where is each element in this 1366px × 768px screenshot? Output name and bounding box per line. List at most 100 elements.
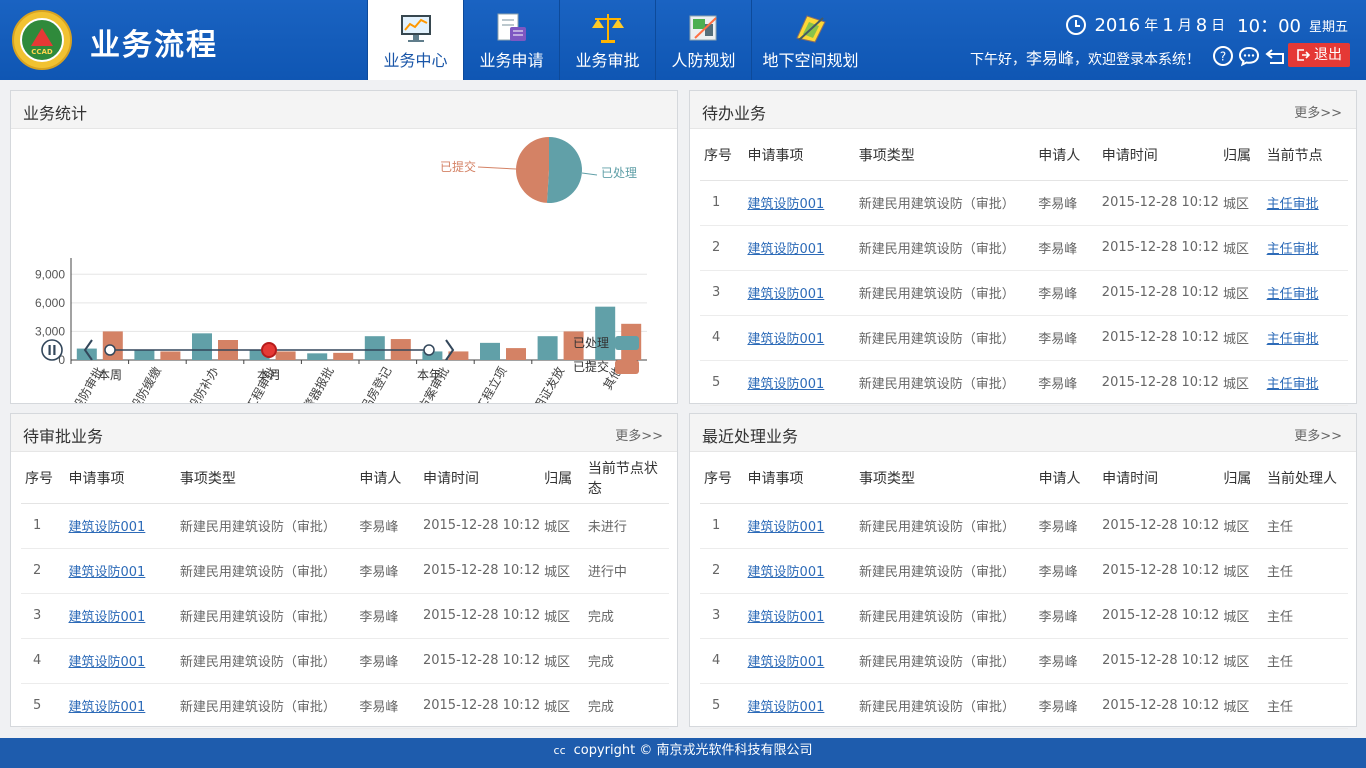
item-link[interactable]: 建筑设防001 (69, 520, 146, 535)
table-cell: 2015-12-28 10:12 (418, 503, 541, 549)
message-icon[interactable] (1238, 45, 1260, 67)
pie-leader-line (477, 166, 517, 170)
item-link[interactable]: 建筑设防001 (748, 520, 825, 535)
nav-label: 业务中心 (383, 51, 448, 70)
more-link[interactable]: 更多>> (1294, 425, 1342, 444)
help-icon[interactable]: ? (1212, 45, 1234, 67)
x-tick-label: 报警器报批 (294, 364, 337, 403)
table-cell: 城区 (1218, 360, 1263, 406)
item-link[interactable]: 建筑设防001 (69, 700, 146, 715)
column-header: 申请人 (1034, 131, 1098, 181)
table-cell: 建筑设防001 (64, 593, 176, 639)
bar-processed (537, 336, 558, 360)
x-tick-label: 商品房登记 (351, 364, 394, 403)
item-link[interactable]: 建筑设防001 (69, 565, 146, 580)
item-link[interactable]: 建筑设防001 (747, 197, 824, 212)
table-cell: 新建民用建筑设防（审批） (175, 683, 356, 729)
table-row: 4 建筑设防001 新建民用建筑设防（审批） 李易峰 2015-12-28 10:12 城… (21, 638, 669, 684)
more-link[interactable]: 更多>> (615, 425, 663, 444)
bar-processed (307, 353, 328, 360)
timeline-point[interactable] (261, 342, 277, 358)
item-link[interactable]: 建筑设防001 (748, 565, 825, 580)
table-cell: 新建民用建筑设防（审批） (854, 270, 1035, 316)
svg-text:?: ? (1220, 50, 1226, 64)
node-link[interactable]: 主任审批 (1267, 377, 1319, 392)
pause-button[interactable] (41, 339, 63, 361)
table-cell: 城区 (1218, 225, 1263, 271)
table-cell: 2015-12-28 10:12 (1098, 683, 1220, 729)
column-header: 事项类型 (175, 454, 356, 504)
bar-processed (364, 336, 385, 360)
item-link[interactable]: 建筑设防001 (747, 287, 824, 302)
table-cell: 1 (700, 503, 744, 549)
pause-icon (48, 345, 51, 355)
table-cell: 李易峰 (1034, 270, 1098, 316)
more-link[interactable]: 更多>> (1294, 102, 1342, 121)
pie-label: 已提交 (440, 159, 476, 174)
logout-button[interactable]: 退出 (1288, 43, 1350, 67)
legend-label: 已处理 (573, 336, 609, 350)
column-header: 归属 (1218, 131, 1263, 181)
table-cell: 李易峰 (1034, 638, 1099, 684)
item-link[interactable]: 建筑设防001 (747, 242, 824, 257)
username: 李易峰 (1025, 49, 1074, 68)
node-link[interactable]: 主任审批 (1267, 332, 1319, 347)
table-cell: 未进行 (583, 503, 669, 549)
table-cell: 建筑设防001 (64, 638, 176, 684)
table-row: 4 建筑设防001 新建民用建筑设防（审批） 李易峰 2015-12-28 10:12 城… (700, 315, 1348, 361)
approval-panel: 待审批业务 更多>> 序号 申请事项 事项类型 申请人 申请时间 归属 当前节点状态 1 建筑设… (10, 413, 678, 729)
item-link[interactable]: 建筑设防001 (748, 610, 825, 625)
column-header: 事项类型 (854, 131, 1035, 181)
copyright-text: copyright © 南京戎光软件科技有限公司 (573, 743, 813, 758)
nav-tab-business-center[interactable]: 业务中心 (367, 0, 463, 80)
item-link[interactable]: 建筑设防001 (748, 655, 825, 670)
table-cell: 李易峰 (1034, 593, 1099, 639)
table-cell: 2015-12-28 10:12 (1097, 180, 1219, 226)
table-cell: 进行中 (583, 548, 669, 594)
table-cell: 李易峰 (1034, 360, 1098, 406)
table-cell: 主任 (1263, 593, 1348, 639)
clock-icon (1066, 15, 1087, 35)
item-link[interactable]: 建筑设防001 (747, 377, 824, 392)
nav-tab-business-apply[interactable]: 业务申请 (463, 0, 559, 80)
timeline-point[interactable] (104, 344, 116, 356)
item-link[interactable]: 建筑设防001 (69, 610, 146, 625)
return-icon[interactable] (1264, 45, 1286, 67)
node-link[interactable]: 主任审批 (1267, 197, 1319, 212)
table-row: 2 建筑设防001 新建民用建筑设防（审批） 李易峰 2015-12-28 10:12 城… (700, 225, 1348, 271)
table-cell: 建筑设防001 (743, 225, 855, 271)
nav-tab-business-approval[interactable]: 业务审批 (559, 0, 655, 80)
item-link[interactable]: 建筑设防001 (69, 655, 146, 670)
table-cell: 2015-12-28 10:12 (1097, 225, 1219, 271)
table-row: 2 建筑设防001 新建民用建筑设防（审批） 李易峰 2015-12-28 10:12 城… (700, 548, 1348, 594)
table-cell: 城区 (540, 548, 584, 594)
table-cell: 李易峰 (355, 503, 419, 549)
table-cell: 2015-12-28 10:12 (1097, 360, 1219, 406)
pending-table: 序号 申请事项 事项类型 申请人 申请时间 归属 当前节点 1 建筑设防001 新建民用建筑设防（… (700, 131, 1348, 406)
table-cell: 李易峰 (355, 638, 419, 684)
table-header-row: 序号 申请事项 事项类型 申请人 申请时间 归属 当前节点状态 (21, 454, 669, 504)
table-cell: 建筑设防001 (64, 683, 176, 729)
nav-tab-civil-defense-planning[interactable]: 人防规划 (655, 0, 751, 80)
item-link[interactable]: 建筑设防001 (747, 332, 824, 347)
table-cell: 李易峰 (355, 593, 419, 639)
item-link[interactable]: 建筑设防001 (748, 700, 825, 715)
table-cell: 李易峰 (355, 683, 419, 729)
table-cell: 2015-12-28 10:12 (418, 683, 541, 729)
recent-table: 序号 申请事项 事项类型 申请人 申请时间 归属 当前处理人 1 建筑设防001 新建民用建筑设防… (700, 454, 1348, 729)
pie-slice (546, 137, 582, 203)
nav-tab-underground-planning[interactable]: 地下空间规划 (751, 0, 869, 80)
table-cell: 新建民用建筑设防（审批） (854, 683, 1035, 729)
table-row: 2 建筑设防001 新建民用建筑设防（审批） 李易峰 2015-12-28 10:12 城… (21, 548, 669, 594)
timeline-point[interactable] (423, 344, 435, 356)
table-row: 1 建筑设防001 新建民用建筑设防（审批） 李易峰 2015-12-28 10:12 城… (700, 180, 1348, 226)
column-header: 归属 (1219, 454, 1264, 504)
node-link[interactable]: 主任审批 (1267, 242, 1319, 257)
pie-slice (515, 137, 549, 203)
table-cell: 新建民用建筑设防（审批） (854, 638, 1035, 684)
table-cell: 李易峰 (1034, 315, 1098, 361)
legend-swatch (615, 336, 639, 350)
bar-submitted (275, 351, 296, 360)
node-link[interactable]: 主任审批 (1267, 287, 1319, 302)
stats-panel: 业务统计 0 3,000 6,000 9,000 设防审批 设防缓缴 设防补办 工程审批 报警器… (10, 90, 678, 404)
